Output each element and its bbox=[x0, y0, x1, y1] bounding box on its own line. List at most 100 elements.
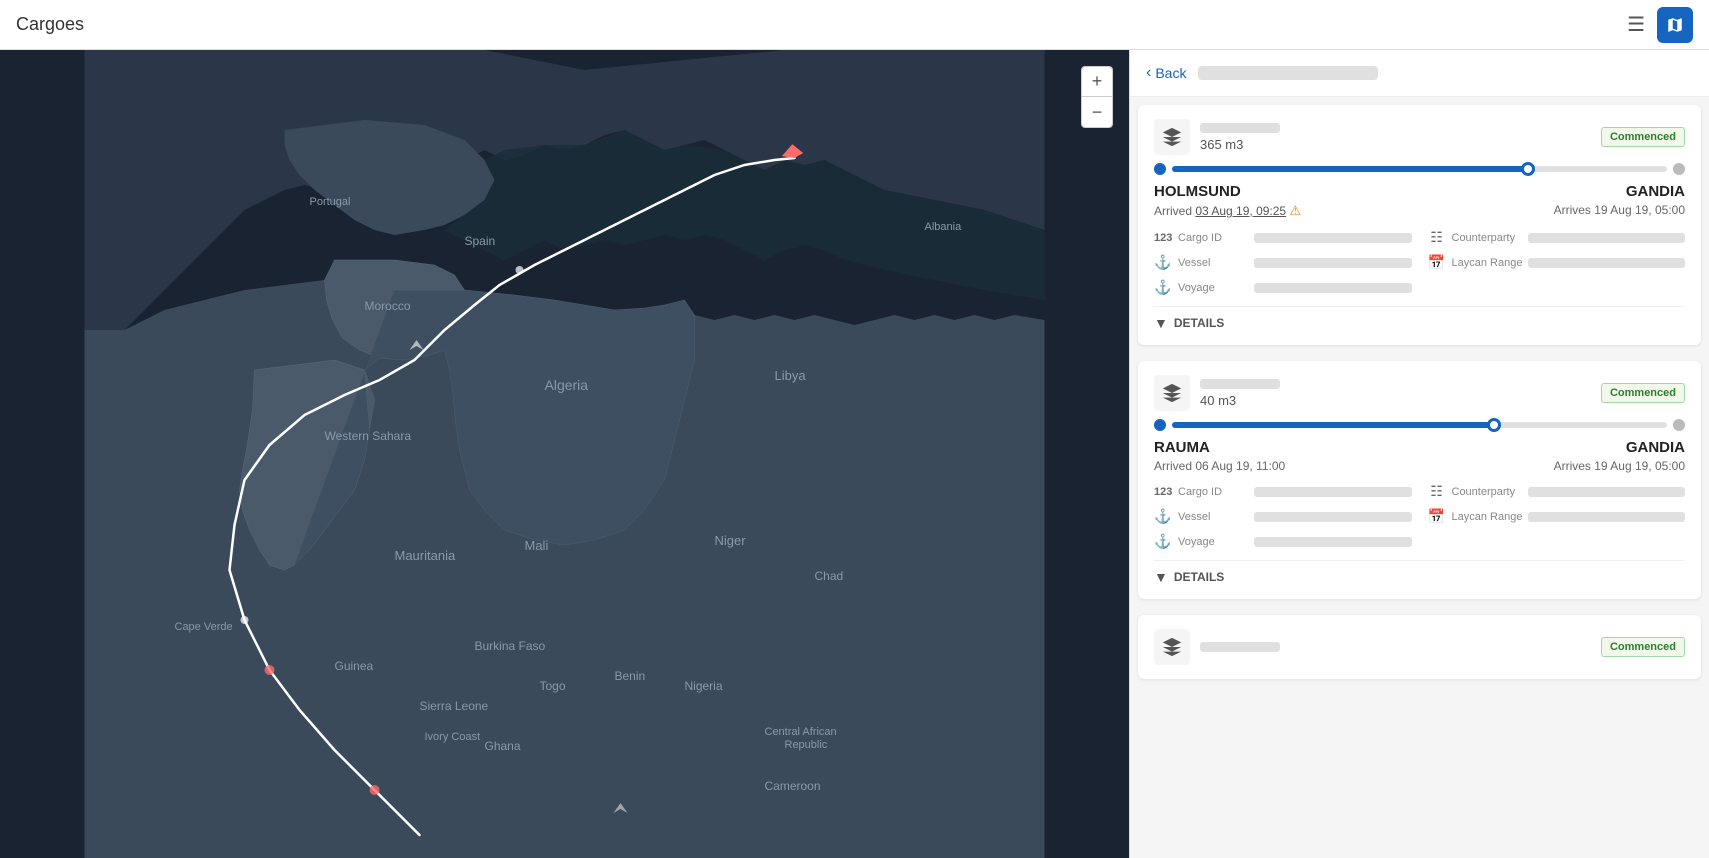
card-2-header-row: 40 m3 Commenced bbox=[1154, 375, 1685, 411]
cargo-1-details-toggle[interactable]: ▼ DETAILS bbox=[1154, 306, 1685, 331]
right-panel: ‹ Back 365 m3 Commenced bbox=[1129, 50, 1709, 858]
cargo-2-icon bbox=[1154, 375, 1190, 411]
card-3-header-row: Commenced bbox=[1154, 629, 1685, 665]
cargo-2-details-toggle[interactable]: ▼ DETAILS bbox=[1154, 560, 1685, 585]
details-chevron-icon: ▼ bbox=[1154, 315, 1168, 331]
cargo-id-label: Cargo ID bbox=[1178, 232, 1248, 244]
cargo-2-volume: 40 m3 bbox=[1200, 393, 1280, 408]
cargo-1-status-badge: Commenced bbox=[1601, 127, 1685, 147]
map-area[interactable]: Spain Portugal Albania Morocco Algeria L… bbox=[0, 50, 1129, 858]
svg-text:Benin: Benin bbox=[615, 669, 646, 683]
zoom-in-button[interactable]: + bbox=[1082, 67, 1112, 97]
cargo-1-dest-port: GANDIA bbox=[1626, 183, 1685, 200]
svg-text:Algeria: Algeria bbox=[545, 377, 589, 393]
vessel-icon: ⚓ bbox=[1154, 254, 1172, 271]
cargo-2-dest: GANDIA Arrives 19 Aug 19, 05:00 bbox=[1554, 439, 1685, 473]
svg-text:Libya: Libya bbox=[775, 368, 807, 383]
svg-text:Sierra Leone: Sierra Leone bbox=[420, 699, 489, 713]
laycan-icon: 📅 bbox=[1428, 254, 1446, 271]
svg-text:Central African: Central African bbox=[765, 726, 837, 738]
cargo-1-route-row: HOLMSUND Arrived 03 Aug 19, 09:25 ⚠ GAND… bbox=[1154, 183, 1685, 219]
cargo-2-voyage-value bbox=[1254, 537, 1412, 547]
cargo-1-icon bbox=[1154, 119, 1190, 155]
cargo2-counterparty-icon: ☷ bbox=[1428, 483, 1446, 500]
card-1-header-row: 365 m3 Commenced bbox=[1154, 119, 1685, 155]
cargo-2-progress-end bbox=[1673, 419, 1685, 431]
cargo2-id-label: Cargo ID bbox=[1178, 486, 1248, 498]
svg-text:Burkina Faso: Burkina Faso bbox=[475, 639, 546, 653]
cargo-2-progress-start bbox=[1154, 419, 1166, 431]
cargo-card-3: Commenced bbox=[1138, 615, 1701, 679]
cargo-card-2: 40 m3 Commenced RAUMA Arrived 06 Aug 19, bbox=[1138, 361, 1701, 599]
svg-text:Mali: Mali bbox=[525, 538, 549, 553]
svg-text:Ivory Coast: Ivory Coast bbox=[425, 731, 481, 743]
card-1-header-left: 365 m3 bbox=[1154, 119, 1280, 155]
cargo-1-warning-icon: ⚠ bbox=[1289, 203, 1301, 218]
cargo-2-progress-track bbox=[1172, 422, 1667, 428]
cargo-1-progress-bar bbox=[1154, 163, 1685, 175]
svg-text:Nigeria: Nigeria bbox=[685, 679, 723, 693]
cargo-1-dest-time: Arrives 19 Aug 19, 05:00 bbox=[1554, 203, 1685, 217]
svg-text:Portugal: Portugal bbox=[310, 196, 351, 208]
main-layout: Spain Portugal Albania Morocco Algeria L… bbox=[0, 0, 1709, 858]
cargo2-voyage-icon: ⚓ bbox=[1154, 533, 1172, 550]
back-button[interactable]: ‹ Back bbox=[1146, 64, 1186, 82]
svg-text:Morocco: Morocco bbox=[365, 299, 411, 313]
cargo-1-details-grid: 123 Cargo ID ☷ Counterparty ⚓ Vessel 📅 L… bbox=[1154, 229, 1685, 296]
cargo-2-dest-time: Arrives 19 Aug 19, 05:00 bbox=[1554, 459, 1685, 473]
cargo-2-counterparty-item: ☷ Counterparty bbox=[1428, 483, 1686, 500]
svg-text:Cape Verde: Cape Verde bbox=[175, 621, 233, 633]
cargo-1-origin-date[interactable]: 03 Aug 19, 09:25 bbox=[1195, 204, 1286, 218]
cargo-1-vessel-value bbox=[1254, 258, 1412, 268]
svg-text:Republic: Republic bbox=[785, 739, 828, 751]
cargo-2-origin: RAUMA Arrived 06 Aug 19, 11:00 bbox=[1154, 439, 1285, 473]
cargo-2-cargo-id-value bbox=[1254, 487, 1412, 497]
details-label: DETAILS bbox=[1174, 316, 1224, 330]
cargo-1-origin-time: Arrived 03 Aug 19, 09:25 ⚠ bbox=[1154, 203, 1301, 219]
cargo-2-laycan-item: 📅 Laycan Range bbox=[1428, 508, 1686, 525]
laycan-label: Laycan Range bbox=[1452, 257, 1523, 269]
map-controls: + − bbox=[1081, 66, 1113, 128]
cargo-1-progress-mid bbox=[1521, 162, 1535, 176]
cargo-3-title-block bbox=[1200, 642, 1280, 652]
cargo2-counterparty-label: Counterparty bbox=[1452, 486, 1522, 498]
cargo-1-voyage-value bbox=[1254, 283, 1412, 293]
cargo-card-1: 365 m3 Commenced HOLMSUND Ar bbox=[1138, 105, 1701, 345]
cargo-1-title-block: 365 m3 bbox=[1200, 123, 1280, 152]
cargo2-vessel-icon: ⚓ bbox=[1154, 508, 1172, 525]
panel-header: ‹ Back bbox=[1130, 50, 1709, 97]
cargo-1-origin: HOLMSUND Arrived 03 Aug 19, 09:25 ⚠ bbox=[1154, 183, 1301, 219]
cargo-2-vessel-value bbox=[1254, 512, 1412, 522]
cargo-1-volume: 365 m3 bbox=[1200, 137, 1280, 152]
topbar: Cargoes ☰ bbox=[0, 0, 1709, 50]
cargo-1-counterparty-item: ☷ Counterparty bbox=[1428, 229, 1686, 246]
cargo2-laycan-icon: 📅 bbox=[1428, 508, 1446, 525]
menu-icon[interactable]: ☰ bbox=[1627, 12, 1645, 37]
map-toggle-button[interactable] bbox=[1657, 7, 1693, 43]
cargo-id-icon: 123 bbox=[1154, 232, 1172, 244]
cargo-2-origin-port: RAUMA bbox=[1154, 439, 1285, 456]
voyage-label: Voyage bbox=[1178, 282, 1248, 294]
vessel-label: Vessel bbox=[1178, 257, 1248, 269]
cargo-2-dest-port: GANDIA bbox=[1626, 439, 1685, 456]
svg-text:Chad: Chad bbox=[815, 569, 844, 583]
header-placeholder bbox=[1198, 66, 1378, 80]
cargo2-laycan-label: Laycan Range bbox=[1452, 511, 1523, 523]
cargo-2-progress-bar bbox=[1154, 419, 1685, 431]
cargo-2-title-block: 40 m3 bbox=[1200, 379, 1280, 408]
cargo-2-status-badge: Commenced bbox=[1601, 383, 1685, 403]
cargo-2-origin-time: Arrived 06 Aug 19, 11:00 bbox=[1154, 459, 1285, 473]
cargo-3-status-badge: Commenced bbox=[1601, 637, 1685, 657]
svg-text:Albania: Albania bbox=[925, 221, 963, 233]
zoom-out-button[interactable]: − bbox=[1082, 97, 1112, 127]
cargo-1-progress-end bbox=[1673, 163, 1685, 175]
svg-text:Guinea: Guinea bbox=[335, 659, 374, 673]
cargo2-vessel-label: Vessel bbox=[1178, 511, 1248, 523]
cargo-1-counterparty-value bbox=[1528, 233, 1686, 243]
cargo-2-voyage-item: ⚓ Voyage bbox=[1154, 533, 1412, 550]
voyage-icon: ⚓ bbox=[1154, 279, 1172, 296]
back-label: Back bbox=[1155, 65, 1186, 81]
cargo-2-progress-fill bbox=[1172, 422, 1494, 428]
cargo-1-progress-start bbox=[1154, 163, 1166, 175]
cargo-1-voyage-item: ⚓ Voyage bbox=[1154, 279, 1412, 296]
